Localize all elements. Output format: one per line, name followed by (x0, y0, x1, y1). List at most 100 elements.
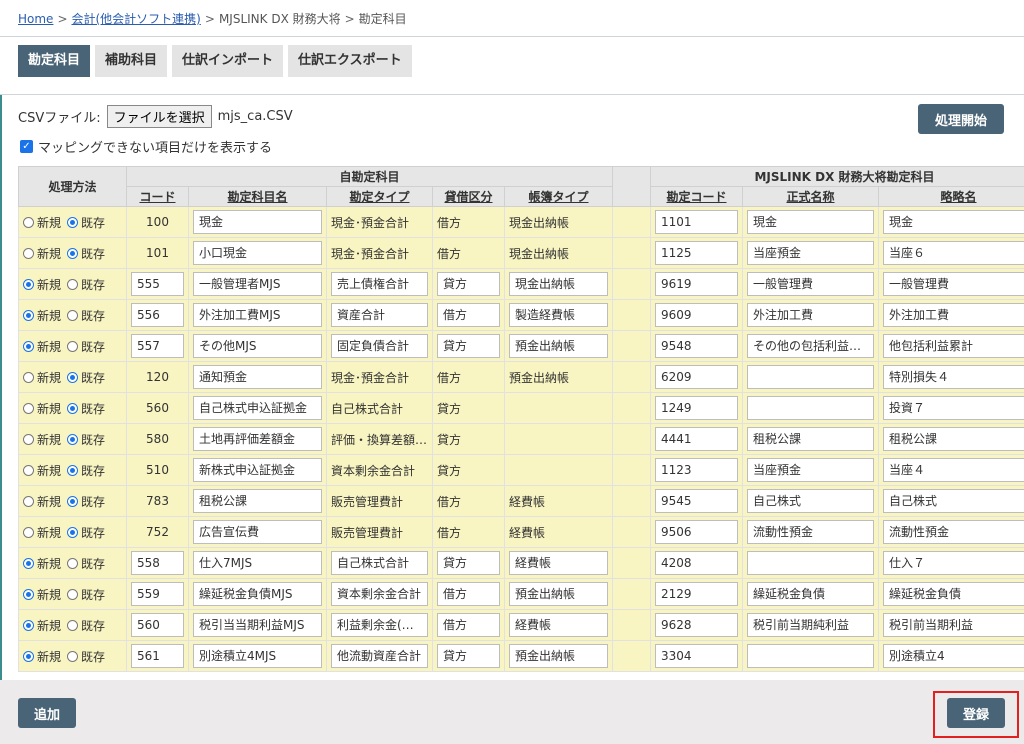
radio-new[interactable] (23, 464, 34, 476)
mjs-code-input[interactable]: 6209 (655, 365, 738, 389)
formal-name-input[interactable]: 租税公課 (747, 427, 874, 451)
account-name-input[interactable]: 税引当当期利益MJS (193, 613, 322, 637)
book-type-input[interactable]: 製造経費帳 (509, 303, 608, 327)
radio-new[interactable] (23, 278, 34, 290)
book-type-input[interactable]: 預金出納帳 (509, 644, 608, 668)
radio-existing[interactable] (67, 464, 79, 476)
formal-name-input[interactable]: 一般管理費 (747, 272, 874, 296)
radio-new[interactable] (23, 340, 34, 352)
debit-credit-input[interactable]: 貸方 (437, 644, 500, 668)
account-name-input[interactable]: 外注加工費MJS (193, 303, 322, 327)
radio-existing[interactable] (67, 340, 79, 352)
header-book-type[interactable]: 帳簿タイプ (504, 186, 613, 207)
mjs-code-input[interactable]: 1101 (655, 210, 738, 234)
formal-name-input[interactable]: 繰延税金負債 (747, 582, 874, 606)
formal-name-input[interactable]: 当座預金 (747, 458, 874, 482)
radio-new[interactable] (23, 402, 34, 414)
mjs-code-input[interactable]: 2129 (655, 582, 738, 606)
account-name-input[interactable]: 仕入7MJS (193, 551, 322, 575)
tab-sub-accounts[interactable]: 補助科目 (95, 45, 168, 77)
short-name-input[interactable]: 仕入７ (883, 551, 1024, 575)
account-type-input[interactable]: 自己株式合計 (331, 551, 428, 575)
account-name-input[interactable]: 自己株式申込証拠金 (193, 396, 322, 420)
account-code-input[interactable]: 558 (131, 551, 184, 575)
radio-existing[interactable] (67, 371, 79, 383)
formal-name-input[interactable]: 当座預金 (747, 241, 874, 265)
checkbox-checked-icon[interactable]: ✓ (20, 140, 33, 153)
radio-existing[interactable] (67, 278, 79, 290)
debit-credit-input[interactable]: 借方 (437, 303, 500, 327)
mjs-code-input[interactable]: 3304 (655, 644, 738, 668)
account-type-input[interactable]: 資本剰余金合計 (331, 582, 428, 606)
account-name-input[interactable]: 繰延税金負債MJS (193, 582, 322, 606)
formal-name-input[interactable] (747, 365, 874, 389)
account-type-input[interactable]: 利益剰余金(… (331, 613, 428, 637)
tab-journal-export[interactable]: 仕訳エクスポート (288, 45, 412, 77)
account-name-input[interactable]: 現金 (193, 210, 322, 234)
radio-existing[interactable] (67, 495, 79, 507)
formal-name-input[interactable]: 外注加工費 (747, 303, 874, 327)
tab-journal-import[interactable]: 仕訳インポート (172, 45, 284, 77)
add-button[interactable]: 追加 (18, 698, 76, 728)
debit-credit-input[interactable]: 借方 (437, 582, 500, 606)
unmapped-only-toggle[interactable]: ✓ マッピングできない項目だけを表示する (20, 137, 272, 156)
account-type-input[interactable]: 売上債権合計 (331, 272, 428, 296)
book-type-input[interactable]: 現金出納帳 (509, 272, 608, 296)
short-name-input[interactable]: 投資７ (883, 396, 1024, 420)
short-name-input[interactable]: 特別損失４ (883, 365, 1024, 389)
short-name-input[interactable]: 当座６ (883, 241, 1024, 265)
account-name-input[interactable]: 一般管理者MJS (193, 272, 322, 296)
short-name-input[interactable]: 他包括利益累計 (883, 334, 1024, 358)
radio-existing[interactable] (67, 619, 79, 631)
mjs-code-input[interactable]: 9628 (655, 613, 738, 637)
radio-existing[interactable] (67, 402, 79, 414)
mjs-code-input[interactable]: 9506 (655, 520, 738, 544)
radio-new[interactable] (23, 588, 34, 600)
header-mjs-code[interactable]: 勘定コード (650, 186, 743, 207)
account-name-input[interactable]: 広告宣伝費 (193, 520, 322, 544)
breadcrumb-home-link[interactable]: Home (18, 12, 53, 26)
radio-existing[interactable] (67, 216, 79, 228)
account-name-input[interactable]: 別途積立4MJS (193, 644, 322, 668)
radio-existing[interactable] (67, 650, 79, 662)
debit-credit-input[interactable]: 貸方 (437, 272, 500, 296)
debit-credit-input[interactable]: 借方 (437, 613, 500, 637)
choose-file-button[interactable]: ファイルを選択 (106, 105, 212, 128)
radio-new[interactable] (23, 557, 34, 569)
account-name-input[interactable]: 新株式申込証拠金 (193, 458, 322, 482)
mjs-code-input[interactable]: 4441 (655, 427, 738, 451)
book-type-input[interactable]: 経費帳 (509, 613, 608, 637)
radio-new[interactable] (23, 216, 34, 228)
radio-new[interactable] (23, 619, 34, 631)
formal-name-input[interactable]: 現金 (747, 210, 874, 234)
radio-new[interactable] (23, 650, 34, 662)
short-name-input[interactable]: 流動性預金 (883, 520, 1024, 544)
mapping-table-container[interactable]: 処理方法 自勘定科目 MJSLINK DX 財務大将勘定科目 コード 勘定科目名… (18, 166, 1024, 680)
radio-new[interactable] (23, 371, 34, 383)
radio-new[interactable] (23, 526, 34, 538)
formal-name-input[interactable]: 流動性預金 (747, 520, 874, 544)
book-type-input[interactable]: 預金出納帳 (509, 582, 608, 606)
debit-credit-input[interactable]: 貸方 (437, 551, 500, 575)
short-name-input[interactable]: 税引前当期利益 (883, 613, 1024, 637)
book-type-input[interactable]: 預金出納帳 (509, 334, 608, 358)
formal-name-input[interactable] (747, 644, 874, 668)
short-name-input[interactable]: 租税公課 (883, 427, 1024, 451)
account-name-input[interactable]: 通知預金 (193, 365, 322, 389)
header-account-type[interactable]: 勘定タイプ (326, 186, 433, 207)
formal-name-input[interactable] (747, 396, 874, 420)
radio-existing[interactable] (67, 433, 79, 445)
mjs-code-input[interactable]: 9609 (655, 303, 738, 327)
radio-existing[interactable] (67, 309, 79, 321)
header-formal-name[interactable]: 正式名称 (742, 186, 879, 207)
header-debit-credit[interactable]: 貸借区分 (432, 186, 505, 207)
account-type-input[interactable]: 他流動資産合計 (331, 644, 428, 668)
mjs-code-input[interactable]: 9545 (655, 489, 738, 513)
radio-existing[interactable] (67, 247, 79, 259)
account-name-input[interactable]: その他MJS (193, 334, 322, 358)
short-name-input[interactable]: 繰延税金負債 (883, 582, 1024, 606)
account-type-input[interactable]: 固定負債合計 (331, 334, 428, 358)
account-name-input[interactable]: 租税公課 (193, 489, 322, 513)
mjs-code-input[interactable]: 1123 (655, 458, 738, 482)
short-name-input[interactable]: 当座４ (883, 458, 1024, 482)
